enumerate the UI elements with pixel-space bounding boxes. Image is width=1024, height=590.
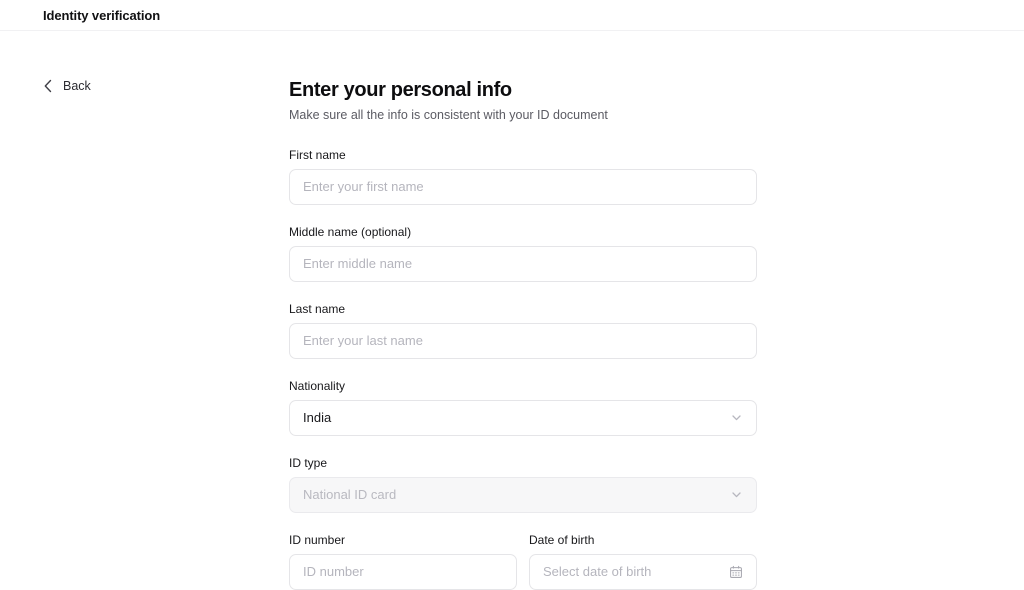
- first-name-input[interactable]: Enter your first name: [289, 168, 757, 205]
- app-header: Identity verification: [0, 0, 1024, 31]
- id-type-placeholder: National ID card: [303, 488, 397, 502]
- date-of-birth-placeholder: Select date of birth: [543, 565, 652, 579]
- back-button[interactable]: Back: [43, 79, 91, 93]
- middle-name-input[interactable]: Enter middle name: [289, 245, 757, 282]
- nationality-value: India: [303, 411, 332, 425]
- date-of-birth-input[interactable]: Select date of birth: [529, 553, 757, 590]
- date-of-birth-label: Date of birth: [529, 532, 595, 547]
- id-number-input[interactable]: ID number: [289, 553, 517, 590]
- last-name-label: Last name: [289, 301, 346, 316]
- chevron-left-icon: [43, 79, 54, 93]
- id-number-label: ID number: [289, 532, 346, 547]
- id-type-label: ID type: [289, 455, 328, 470]
- field-last-name: Last name Enter your last name: [289, 303, 757, 359]
- field-nationality: Nationality India: [289, 380, 757, 436]
- field-date-of-birth: Date of birth Select date of birth: [529, 534, 757, 590]
- last-name-input[interactable]: Enter your last name: [289, 322, 757, 359]
- personal-info-form: Enter your personal info Make sure all t…: [289, 79, 757, 590]
- middle-name-label: Middle name (optional): [289, 224, 412, 239]
- field-middle-name: Middle name (optional) Enter middle name: [289, 226, 757, 282]
- app-title: Identity verification: [43, 7, 161, 23]
- calendar-icon[interactable]: [729, 565, 743, 579]
- page-subtitle: Make sure all the info is consistent wit…: [289, 108, 608, 122]
- form-fields: First name Enter your first name Middle …: [289, 149, 757, 590]
- back-label: Back: [63, 78, 91, 93]
- page-title: Enter your personal info: [289, 79, 512, 101]
- field-first-name: First name Enter your first name: [289, 149, 757, 205]
- field-id-number: ID number ID number: [289, 534, 517, 590]
- last-name-placeholder: Enter your last name: [303, 334, 423, 348]
- nationality-select[interactable]: India: [289, 399, 757, 436]
- id-and-dob-row: ID number ID number Date of birth Select…: [289, 534, 757, 590]
- nationality-label: Nationality: [289, 378, 346, 393]
- id-type-select[interactable]: National ID card: [289, 476, 757, 513]
- page-body: Back Enter your personal info Make sure …: [0, 31, 1024, 590]
- middle-name-placeholder: Enter middle name: [303, 257, 413, 271]
- first-name-label: First name: [289, 147, 346, 162]
- id-number-placeholder: ID number: [303, 565, 364, 579]
- chevron-down-icon: [730, 488, 743, 501]
- first-name-placeholder: Enter your first name: [303, 180, 424, 194]
- field-id-type: ID type National ID card: [289, 457, 757, 513]
- chevron-down-icon: [730, 411, 743, 424]
